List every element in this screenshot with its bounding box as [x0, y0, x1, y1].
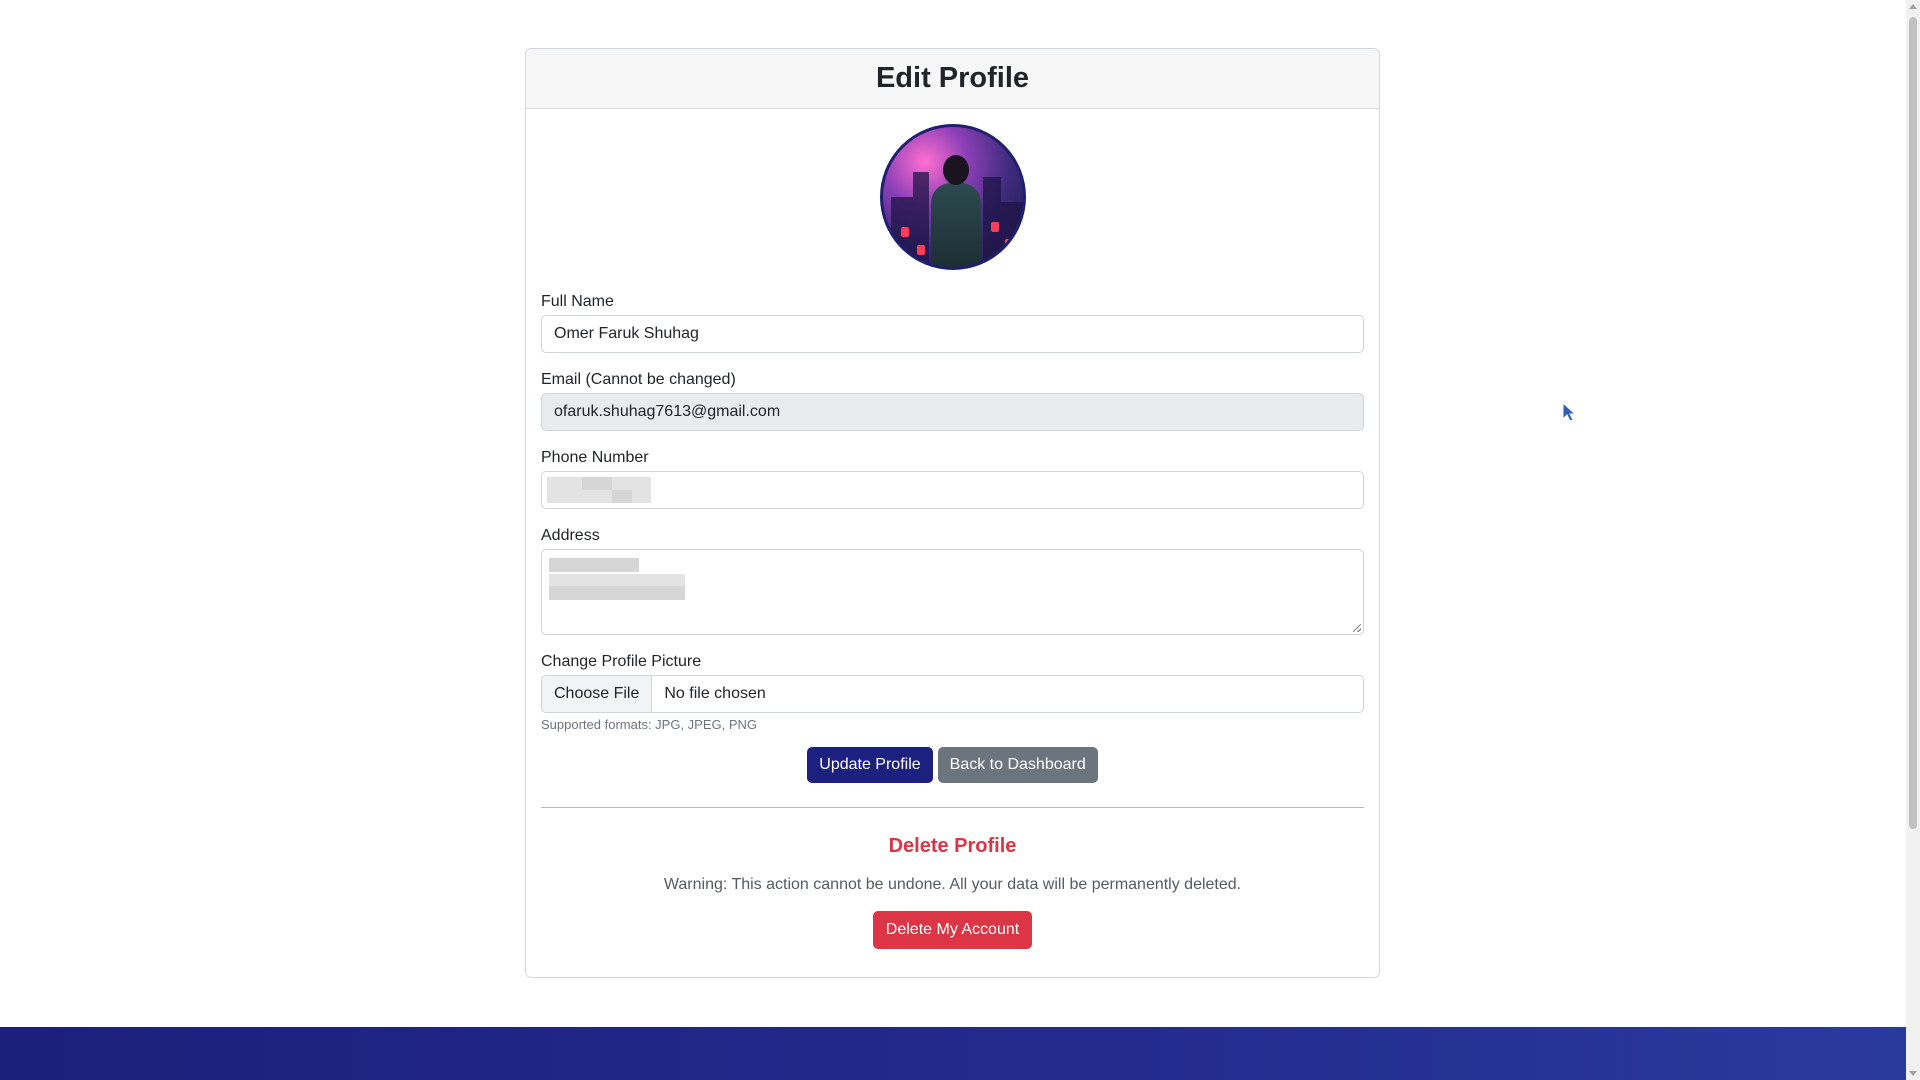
phone-input[interactable] — [541, 471, 1364, 509]
form-actions: Update Profile Back to Dashboard — [541, 747, 1364, 783]
picture-label: Change Profile Picture — [541, 653, 702, 670]
phone-group: Phone Number — [541, 449, 1364, 509]
card-header: Edit Profile — [526, 49, 1379, 109]
avatar-person-head — [942, 155, 969, 185]
avatar-scene-light — [900, 227, 909, 237]
address-redaction — [549, 586, 685, 600]
avatar-scene-building — [1000, 202, 1023, 267]
address-redaction — [549, 558, 639, 572]
email-label: Email (Cannot be changed) — [541, 371, 736, 388]
full-name-label: Full Name — [541, 293, 614, 310]
phone-redaction — [612, 490, 632, 503]
avatar-container — [541, 124, 1364, 270]
file-status: No file chosen — [664, 685, 766, 702]
full-name-input[interactable]: Omer Faruk Shuhag — [541, 315, 1364, 353]
avatar-scene-light — [1004, 239, 1013, 249]
mouse-cursor-icon — [1562, 402, 1576, 422]
footer — [0, 1027, 1906, 1080]
choose-file-button[interactable]: Choose File — [542, 676, 653, 712]
full-name-group: Full Name Omer Faruk Shuhag — [541, 293, 1364, 353]
page: Edit Profile Full Name Omer Faruk Shuhag… — [0, 0, 1920, 1080]
resize-grip-icon[interactable] — [1353, 624, 1361, 632]
avatar-scene-light — [990, 222, 999, 232]
card-body: Full Name Omer Faruk Shuhag Email (Canno… — [526, 124, 1379, 949]
full-name-value: Omer Faruk Shuhag — [554, 325, 699, 342]
address-group: Address — [541, 527, 1364, 635]
vertical-scrollbar[interactable] — [1906, 0, 1920, 1080]
address-textarea[interactable] — [541, 549, 1364, 635]
profile-avatar — [879, 124, 1026, 270]
danger-actions: Delete My Account — [541, 911, 1364, 949]
avatar-person-body — [930, 183, 981, 267]
page-title: Edit Profile — [875, 62, 1030, 94]
edit-profile-card: Edit Profile Full Name Omer Faruk Shuhag… — [525, 48, 1380, 978]
profile-picture-file-input[interactable]: Choose File No file chosen — [541, 675, 1364, 713]
supported-formats-help: Supported formats: JPG, JPEG, PNG — [541, 717, 758, 732]
avatar-scene-light — [916, 245, 925, 255]
delete-warning-text: Warning: This action cannot be undone. A… — [663, 876, 1242, 893]
delete-account-button[interactable]: Delete My Account — [872, 911, 1033, 949]
phone-label: Phone Number — [541, 449, 649, 466]
phone-redaction — [582, 477, 612, 490]
scroll-down-arrow-icon[interactable] — [1909, 1071, 1917, 1076]
divider — [541, 807, 1364, 808]
update-profile-button[interactable]: Update Profile — [807, 747, 933, 783]
email-value: ofaruk.shuhag7613@gmail.com — [554, 403, 781, 420]
back-to-dashboard-button[interactable]: Back to Dashboard — [937, 747, 1098, 783]
email-group: Email (Cannot be changed) ofaruk.shuhag7… — [541, 371, 1364, 431]
address-label: Address — [541, 527, 600, 544]
delete-profile-heading: Delete Profile — [888, 835, 1017, 857]
picture-group: Change Profile Picture Choose File No fi… — [541, 653, 1364, 732]
scroll-up-arrow-icon[interactable] — [1909, 4, 1917, 9]
email-input: ofaruk.shuhag7613@gmail.com — [541, 393, 1364, 431]
scrollbar-thumb[interactable] — [1909, 17, 1917, 829]
